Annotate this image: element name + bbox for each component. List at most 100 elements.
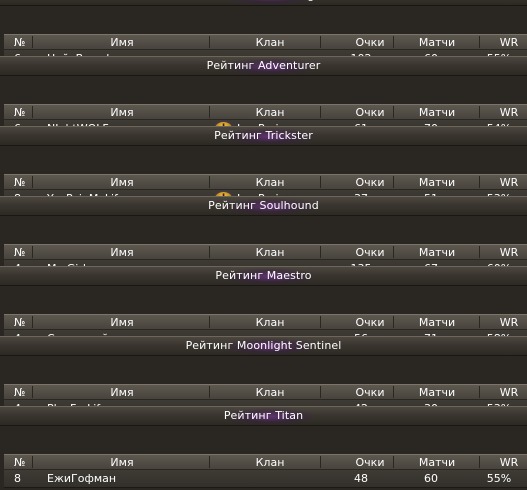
section-title: Рейтинг Trickster xyxy=(214,129,313,142)
header-clan[interactable]: Клан xyxy=(240,455,300,470)
column-divider xyxy=(32,456,33,468)
header-points[interactable]: Очки xyxy=(350,385,390,400)
header-wr[interactable]: WR xyxy=(494,35,524,50)
column-divider xyxy=(320,36,321,48)
header-name[interactable]: Имя xyxy=(92,385,152,400)
column-divider xyxy=(320,176,321,188)
column-divider xyxy=(393,36,394,48)
table-header: № Имя Клан Очки Матчи WR xyxy=(4,244,527,260)
section-banner: Рейтинг Maestro xyxy=(0,266,527,286)
column-divider xyxy=(209,386,210,398)
column-divider xyxy=(479,36,480,48)
section-title: Рейтинг Adventurer xyxy=(206,59,321,72)
column-divider xyxy=(32,316,33,328)
header-clan[interactable]: Клан xyxy=(240,105,300,120)
header-name[interactable]: Имя xyxy=(92,455,152,470)
header-points[interactable]: Очки xyxy=(350,455,390,470)
header-name[interactable]: Имя xyxy=(92,315,152,330)
column-divider xyxy=(479,106,480,118)
header-rank[interactable]: № xyxy=(14,385,25,400)
section-title: Рейтинг Moonlight Sentinel xyxy=(185,339,342,352)
header-wr[interactable]: WR xyxy=(494,385,524,400)
header-clan[interactable]: Клан xyxy=(240,175,300,190)
header-matches[interactable]: Матчи xyxy=(412,385,462,400)
column-divider xyxy=(393,246,394,258)
table-header: № Имя Клан Очки Матчи WR xyxy=(4,34,527,50)
column-divider xyxy=(209,36,210,48)
header-rank[interactable]: № xyxy=(14,175,25,190)
header-rank[interactable]: № xyxy=(14,455,25,470)
header-matches[interactable]: Матчи xyxy=(412,175,462,190)
header-wr[interactable]: WR xyxy=(494,315,524,330)
player-rank: 8 xyxy=(14,472,21,485)
table-header: № Имя Клан Очки Матчи WR xyxy=(4,384,527,400)
column-divider xyxy=(209,316,210,328)
section-banner: Рейтинг Moonlight Sentinel xyxy=(0,336,527,356)
header-points[interactable]: Очки xyxy=(350,175,390,190)
header-points[interactable]: Очки xyxy=(350,245,390,260)
header-points[interactable]: Очки xyxy=(350,35,390,50)
table-row[interactable]: 8 ЕжиГофман 48 60 55% xyxy=(4,470,527,488)
section-banner: Рейтинг Doombringer xyxy=(0,0,527,6)
header-name[interactable]: Имя xyxy=(92,35,152,50)
header-wr[interactable]: WR xyxy=(494,455,524,470)
header-rank[interactable]: № xyxy=(14,35,25,50)
header-name[interactable]: Имя xyxy=(92,105,152,120)
header-name[interactable]: Имя xyxy=(92,175,152,190)
header-matches[interactable]: Матчи xyxy=(412,105,462,120)
column-divider xyxy=(32,246,33,258)
header-wr[interactable]: WR xyxy=(494,175,524,190)
header-name[interactable]: Имя xyxy=(92,245,152,260)
header-points[interactable]: Очки xyxy=(350,105,390,120)
header-matches[interactable]: Матчи xyxy=(412,35,462,50)
table-header: № Имя Клан Очки Матчи WR xyxy=(4,174,527,190)
header-matches[interactable]: Матчи xyxy=(412,315,462,330)
player-name[interactable]: ЕжиГофман xyxy=(47,470,116,487)
rating-panel: Рейтинг Doombringer№ИмяКланОчкиМатчиWR6Н… xyxy=(0,0,527,490)
header-rank[interactable]: № xyxy=(14,245,25,260)
column-divider xyxy=(320,246,321,258)
section-banner: Рейтинг Adventurer xyxy=(0,56,527,76)
header-points[interactable]: Очки xyxy=(350,315,390,330)
column-divider xyxy=(209,106,210,118)
column-divider xyxy=(479,456,480,468)
table-header: № Имя Клан Очки Матчи WR xyxy=(4,104,527,120)
column-divider xyxy=(320,386,321,398)
header-rank[interactable]: № xyxy=(14,105,25,120)
column-divider xyxy=(393,106,394,118)
header-rank[interactable]: № xyxy=(14,315,25,330)
column-divider xyxy=(32,36,33,48)
column-divider xyxy=(393,386,394,398)
table-header: № Имя Клан Очки Матчи WR xyxy=(4,314,527,330)
column-divider xyxy=(393,456,394,468)
player-matches: 60 xyxy=(424,472,438,485)
section-title: Рейтинг Titan xyxy=(223,409,304,422)
column-divider xyxy=(479,386,480,398)
column-divider xyxy=(209,246,210,258)
header-clan[interactable]: Клан xyxy=(240,245,300,260)
header-matches[interactable]: Матчи xyxy=(412,455,462,470)
column-divider xyxy=(320,316,321,328)
section-banner: Рейтинг Trickster xyxy=(0,126,527,146)
section-title: Рейтинг Soulhound xyxy=(208,199,319,212)
table-header: № Имя Клан Очки Матчи WR xyxy=(4,454,527,470)
section-banner: Рейтинг Soulhound xyxy=(0,196,527,216)
column-divider xyxy=(32,106,33,118)
header-clan[interactable]: Клан xyxy=(240,35,300,50)
section-title: Рейтинг Maestro xyxy=(215,269,312,282)
header-wr[interactable]: WR xyxy=(494,105,524,120)
column-divider xyxy=(393,176,394,188)
column-divider xyxy=(32,386,33,398)
column-divider xyxy=(209,456,210,468)
player-points: 48 xyxy=(354,472,368,485)
column-divider xyxy=(393,316,394,328)
header-clan[interactable]: Клан xyxy=(240,385,300,400)
header-wr[interactable]: WR xyxy=(494,245,524,260)
column-divider xyxy=(479,176,480,188)
header-matches[interactable]: Матчи xyxy=(412,245,462,260)
column-divider xyxy=(320,456,321,468)
player-wr: 55% xyxy=(486,472,512,485)
column-divider xyxy=(479,316,480,328)
header-clan[interactable]: Клан xyxy=(240,315,300,330)
column-divider xyxy=(32,176,33,188)
